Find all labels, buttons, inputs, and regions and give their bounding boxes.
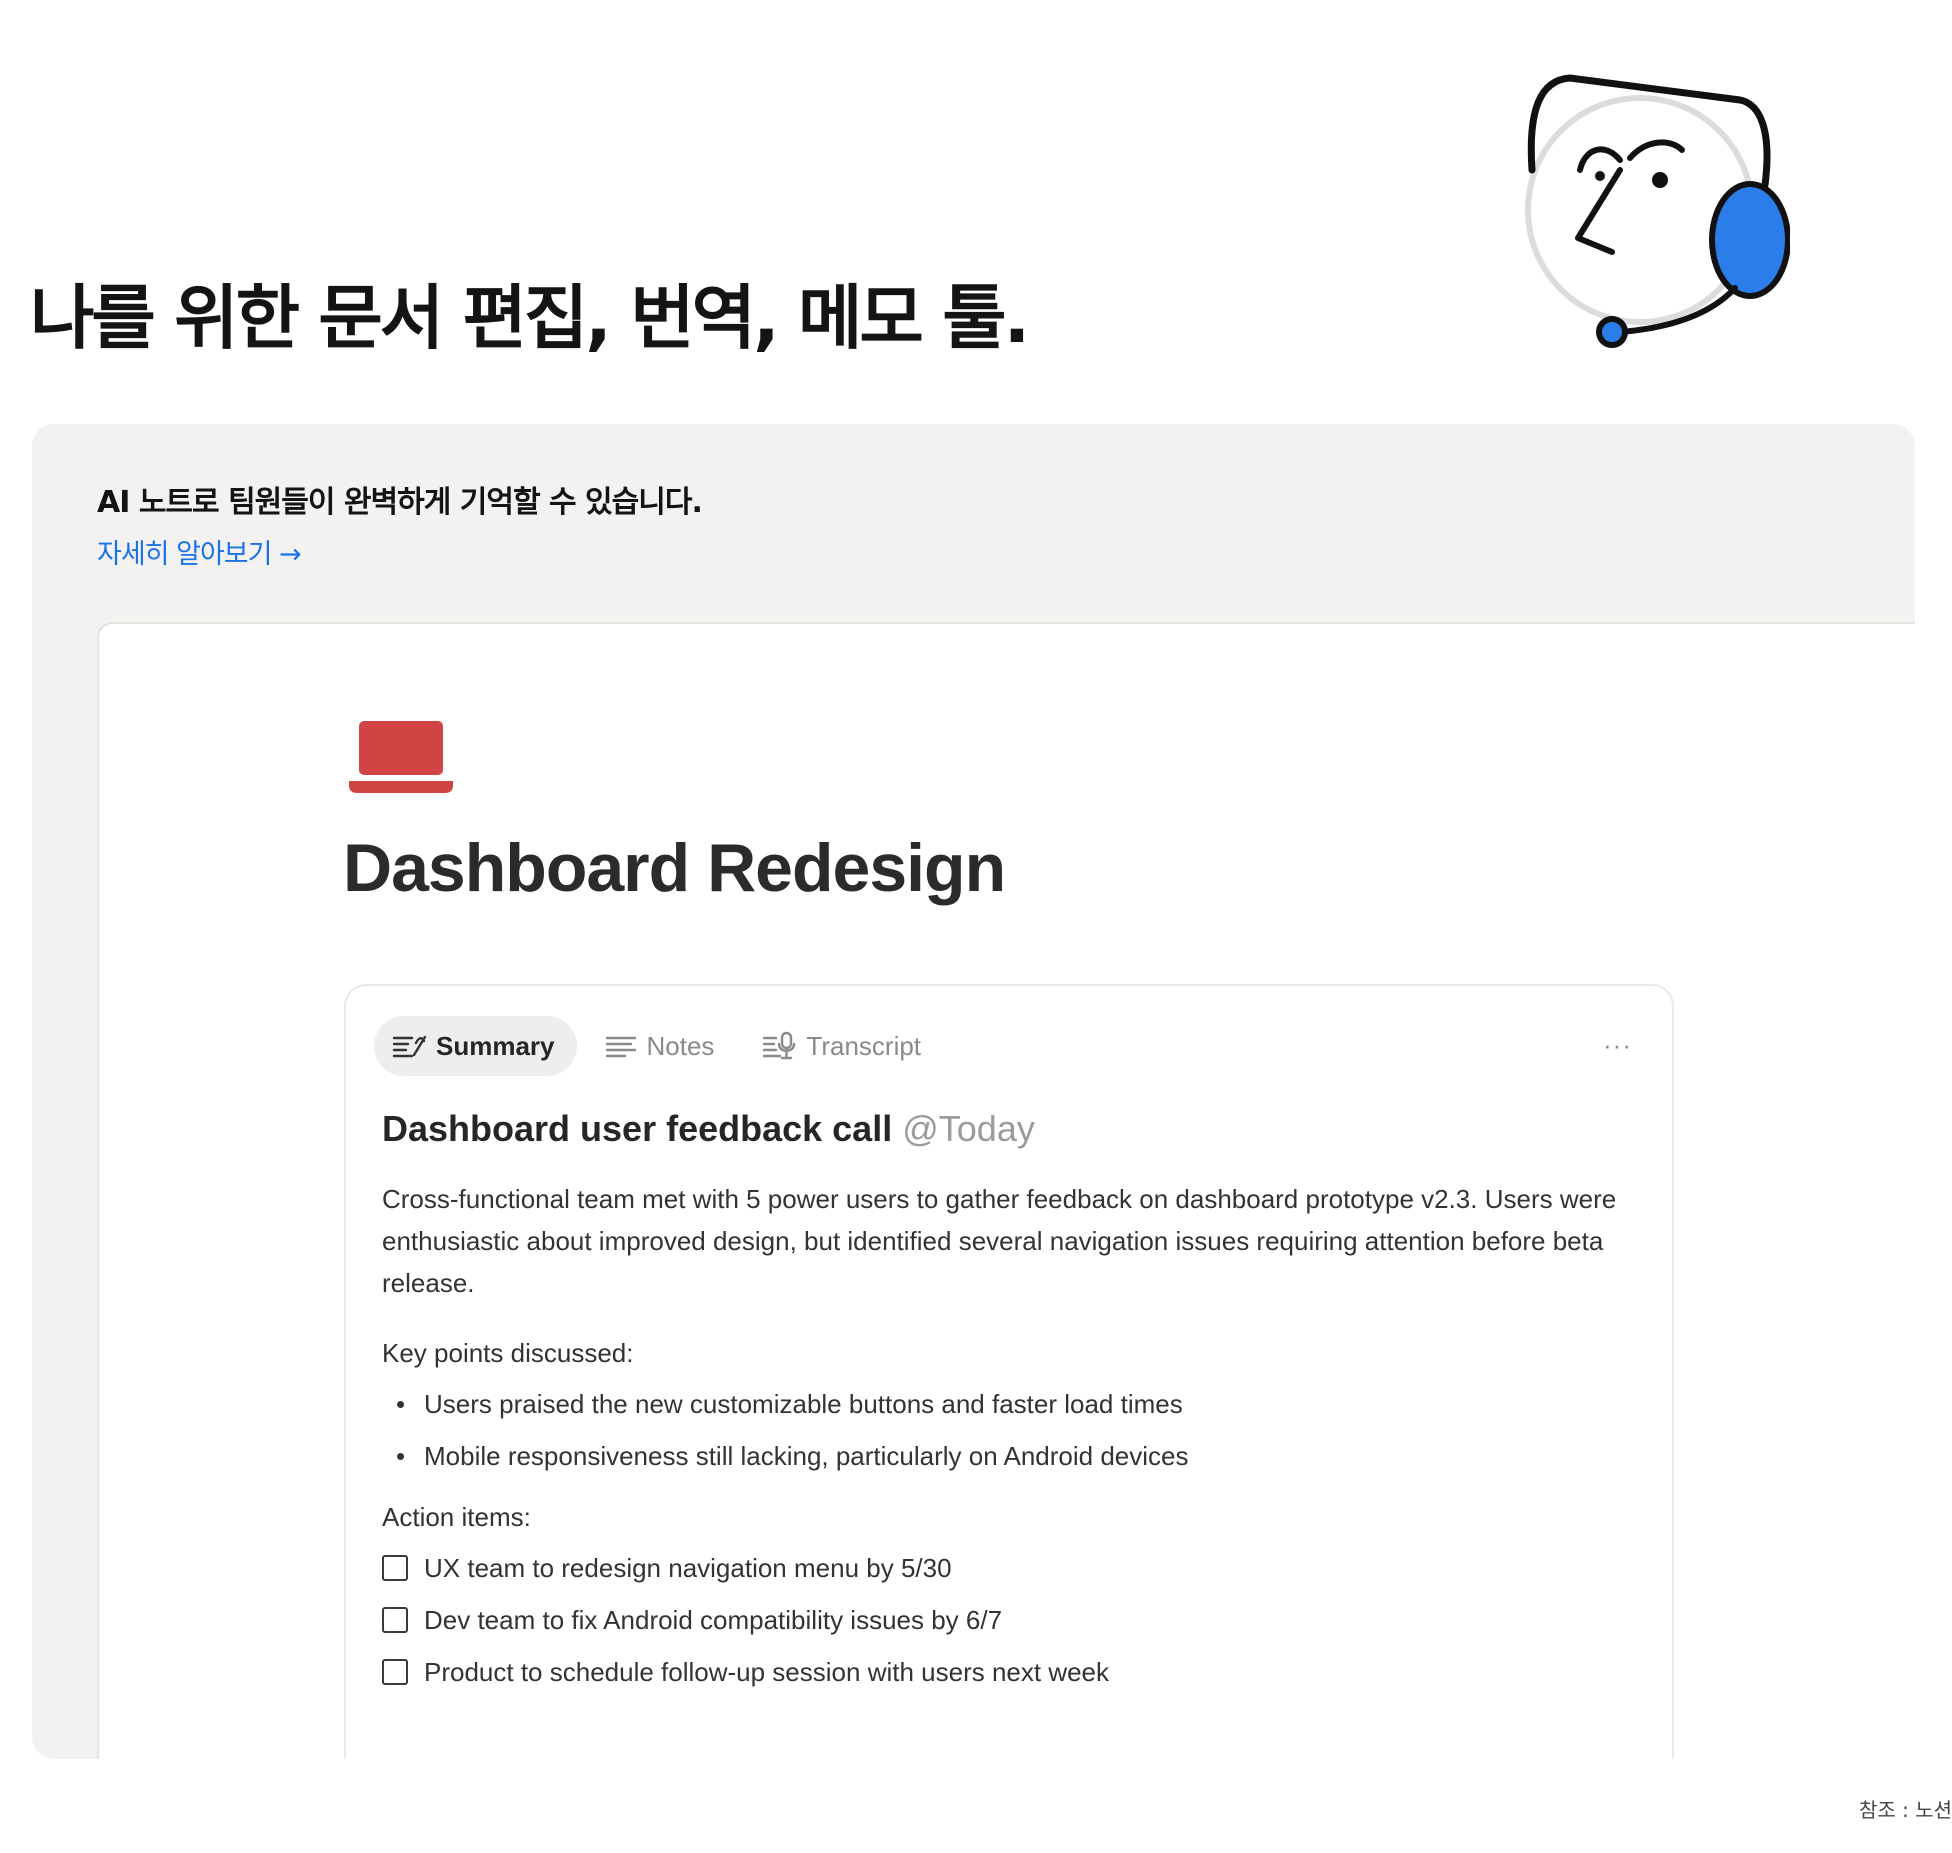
meeting-name: Dashboard user feedback call (382, 1108, 893, 1149)
more-options-button[interactable]: ··· (1603, 1032, 1632, 1058)
tab-bar: Summary Notes Transcript (374, 1016, 951, 1076)
bullet-icon: • (396, 1440, 406, 1471)
meeting-date-mention[interactable]: @Today (902, 1108, 1035, 1149)
bullet-icon: • (396, 1388, 406, 1419)
action-items-label: Action items: (382, 1502, 531, 1532)
feature-heading: AI 노트로 팀원들이 완벽하게 기억할 수 있습니다. (97, 485, 703, 520)
tab-label: Notes (646, 1030, 715, 1061)
meeting-title: Dashboard user feedback call @Today (382, 1108, 1035, 1150)
tab-summary[interactable]: Summary (374, 1016, 577, 1076)
headset-face-illustration (1525, 74, 1790, 348)
ai-meeting-notes-block: Summary Notes Transcript ··· Dashboard u… (344, 984, 1674, 1759)
source-note: 참조 : 노션 (1858, 1798, 1952, 1822)
feature-card: AI 노트로 팀원들이 완벽하게 기억할 수 있습니다. 자세히 알아보기 → … (32, 424, 1915, 1759)
key-points-list: • Users praised the new customizable butt… (382, 1378, 1189, 1482)
list-item: • Mobile responsiveness still lacking, pa… (382, 1430, 1189, 1482)
tab-label: Summary (436, 1030, 555, 1061)
todo-item: Product to schedule follow-up session wi… (382, 1646, 1109, 1698)
page-title: Dashboard Redesign (343, 830, 1006, 906)
laptop-icon (349, 721, 453, 793)
todo-item: UX team to redesign navigation menu by 5… (382, 1542, 1109, 1594)
transcript-icon (763, 1031, 796, 1060)
hero-title: 나를 위한 문서 편집, 번역, 메모 툴. (30, 277, 1030, 359)
checkbox[interactable] (382, 1555, 408, 1581)
summary-icon (392, 1035, 427, 1058)
tab-label: Transcript (806, 1030, 922, 1061)
notion-page-preview: Dashboard Redesign Summary Notes Transcr… (97, 622, 1915, 1759)
list-item: • Users praised the new customizable butt… (382, 1378, 1189, 1430)
notes-icon (605, 1036, 636, 1058)
learn-more-link[interactable]: 자세히 알아보기 → (97, 532, 302, 571)
tab-transcript[interactable]: Transcript (744, 1016, 943, 1076)
action-items-list: UX team to redesign navigation menu by 5… (382, 1542, 1109, 1698)
checkbox[interactable] (382, 1659, 408, 1685)
key-points-label: Key points discussed: (382, 1338, 634, 1368)
todo-item: Dev team to fix Android compatibility is… (382, 1594, 1109, 1646)
checkbox[interactable] (382, 1607, 408, 1633)
summary-paragraph: Cross-functional team met with 5 power u… (382, 1184, 1617, 1298)
tab-notes[interactable]: Notes (585, 1016, 737, 1076)
